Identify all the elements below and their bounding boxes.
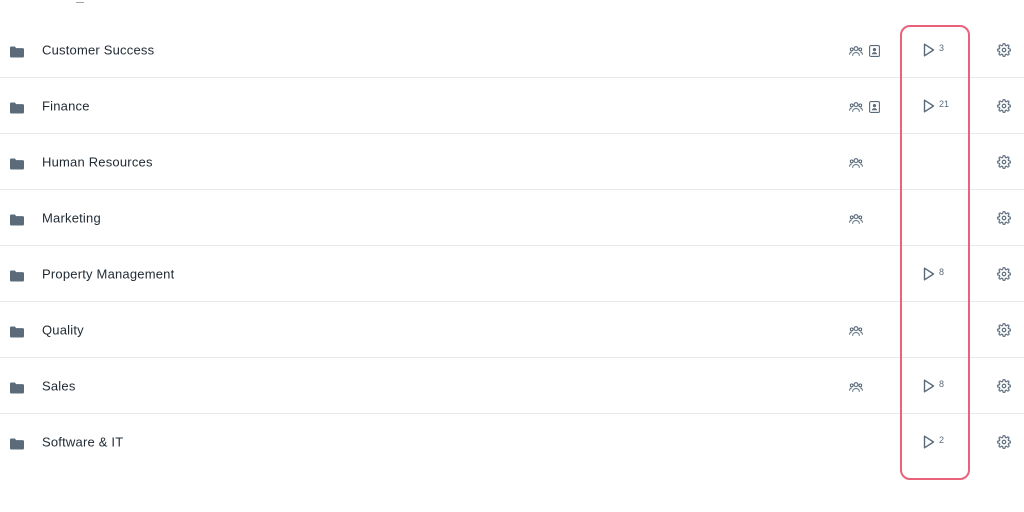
folder-icon xyxy=(10,268,24,281)
team-icon[interactable] xyxy=(849,324,863,336)
team-icon[interactable] xyxy=(849,212,863,224)
workspace-list: Customer Success 3 Finance 21 Human Resource… xyxy=(0,22,1024,470)
list-item[interactable]: Software & IT 2 xyxy=(0,414,1024,470)
settings-gear-icon[interactable] xyxy=(997,210,1011,225)
settings-gear-icon[interactable] xyxy=(997,435,1011,449)
folder-icon xyxy=(10,100,24,113)
list-item[interactable]: Human Resources xyxy=(0,134,1024,190)
folder-icon xyxy=(10,380,24,393)
folder-icon xyxy=(10,212,24,225)
settings-gear-icon[interactable] xyxy=(997,378,1011,393)
workspace-name[interactable]: Software & IT xyxy=(42,435,123,450)
settings-gear-icon[interactable] xyxy=(997,42,1011,57)
contact-card-icon[interactable] xyxy=(869,44,880,57)
folder-icon xyxy=(10,156,24,169)
contact-card-icon[interactable] xyxy=(869,100,880,113)
team-icon[interactable] xyxy=(849,44,863,56)
list-item[interactable]: Sales 8 xyxy=(0,358,1024,414)
settings-gear-icon[interactable] xyxy=(997,266,1011,281)
highlight-box xyxy=(900,25,970,480)
workspace-name[interactable]: Quality xyxy=(42,322,84,337)
workspace-name[interactable]: Marketing xyxy=(42,210,101,225)
list-item[interactable]: Finance 21 xyxy=(0,78,1024,134)
workspace-name[interactable]: Property Management xyxy=(42,266,174,281)
settings-gear-icon[interactable] xyxy=(997,154,1011,169)
list-item[interactable]: Quality xyxy=(0,302,1024,358)
settings-gear-icon[interactable] xyxy=(997,322,1011,337)
list-item[interactable]: Marketing xyxy=(0,190,1024,246)
team-icon[interactable] xyxy=(849,100,863,112)
folder-icon xyxy=(10,437,24,450)
partial-header-mark xyxy=(76,0,84,3)
workspace-name[interactable]: Human Resources xyxy=(42,154,153,169)
team-icon[interactable] xyxy=(849,156,863,168)
settings-gear-icon[interactable] xyxy=(997,98,1011,113)
team-icon[interactable] xyxy=(849,380,863,392)
folder-icon xyxy=(10,324,24,337)
workspace-name[interactable]: Finance xyxy=(42,98,90,113)
folder-icon xyxy=(10,44,24,57)
list-item[interactable]: Property Management 8 xyxy=(0,246,1024,302)
workspace-name[interactable]: Customer Success xyxy=(42,42,154,57)
workspace-name[interactable]: Sales xyxy=(42,378,76,393)
list-item[interactable]: Customer Success 3 xyxy=(0,22,1024,78)
